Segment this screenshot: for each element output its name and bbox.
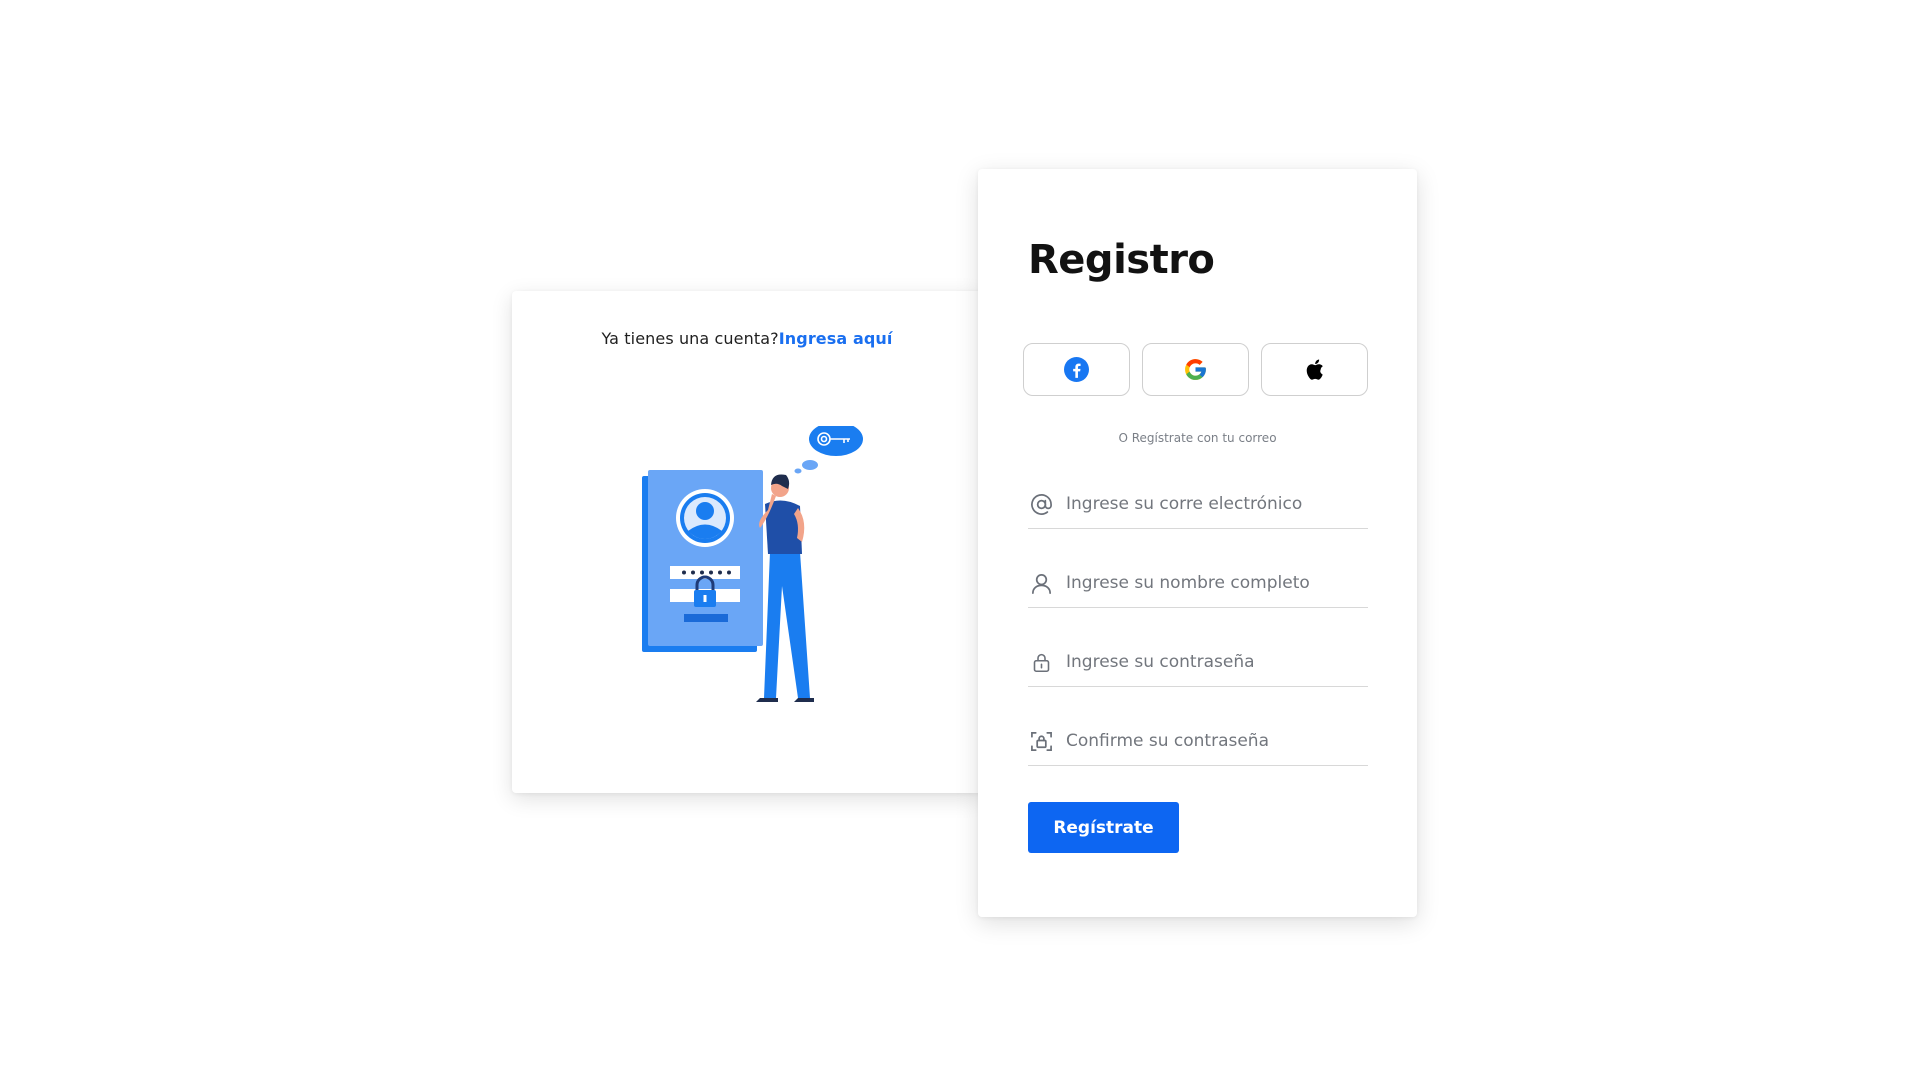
email-input[interactable] [1066,494,1356,514]
facebook-button[interactable] [1023,343,1130,396]
page-title: Registro [1028,237,1215,283]
person-figure [756,474,814,702]
social-login-row [1023,343,1368,396]
confirm-password-input[interactable] [1066,731,1356,751]
login-link[interactable]: Ingresa aquí [779,329,893,348]
login-illustration-card: Ya tienes una cuenta?Ingresa aquí [512,291,982,793]
register-card: Registro O Regístrate con tu correo Ingr… [978,169,1417,917]
email-field [1028,480,1368,529]
confirm-password-field [1028,717,1368,766]
google-button[interactable] [1142,343,1249,396]
facebook-icon [1064,357,1089,382]
apple-icon [1306,359,1323,380]
login-illustration [642,426,863,702]
lock-icon [1028,649,1054,675]
user-icon [1028,570,1054,596]
password-input[interactable] [1066,652,1356,672]
thought-bubble [794,426,863,474]
lock-frame-icon [1028,728,1054,754]
avatar-icon [676,489,734,547]
login-prompt-text: Ya tienes una cuenta? [601,329,779,348]
page: Ya tienes una cuenta?Ingresa aquí Regist… [0,0,1920,1080]
login-prompt: Ya tienes una cuenta?Ingresa aquí [512,329,982,348]
google-icon [1185,359,1206,380]
divider-text: O Regístrate con tu correo [1118,431,1277,445]
password-field [1028,638,1368,687]
register-button[interactable]: Regístrate [1028,802,1179,853]
apple-button[interactable] [1261,343,1368,396]
fullname-field [1028,559,1368,608]
at-icon [1028,491,1054,517]
button-bar [684,614,728,622]
fullname-input[interactable] [1066,573,1356,593]
